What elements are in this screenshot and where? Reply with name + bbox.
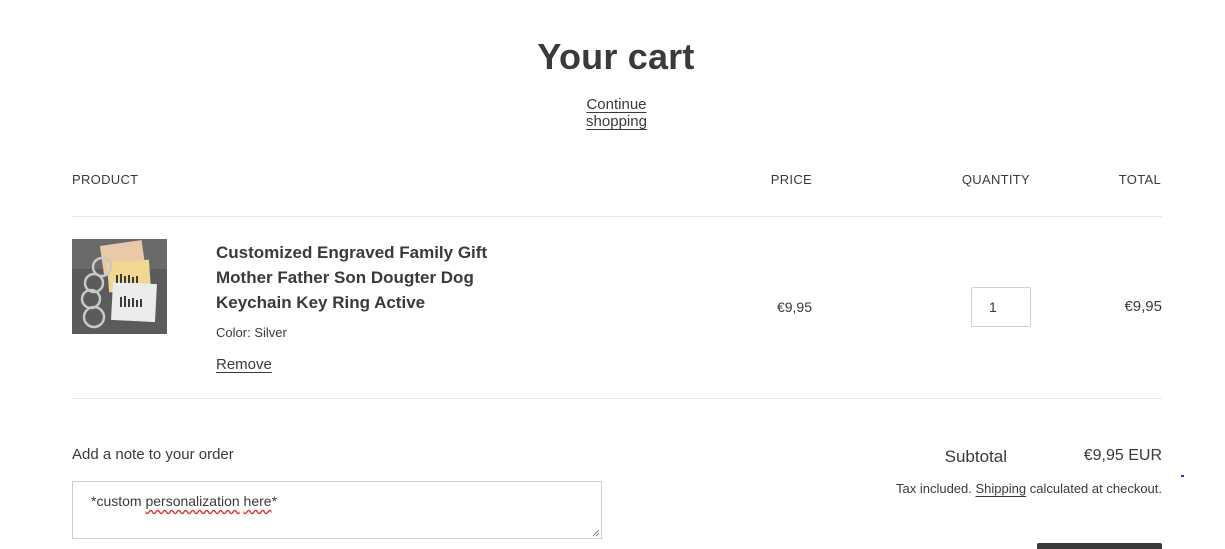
item-divider <box>72 398 1162 399</box>
note-part-misspelled: personalization <box>145 493 240 509</box>
subtotal-value: €9,95 EUR <box>1083 447 1162 464</box>
cart-page: Your cart Continue shopping PRODUCT PRIC… <box>0 0 1225 549</box>
note-part: * <box>271 493 278 509</box>
product-image[interactable] <box>72 239 167 334</box>
order-note-label: Add a note to your order <box>72 446 234 463</box>
checkout-button[interactable] <box>1037 543 1162 549</box>
subtotal-label: Subtotal <box>944 447 1007 466</box>
tax-shipping-note: Tax included. Shipping calculated at che… <box>860 481 1162 496</box>
product-title[interactable]: Customized Engraved Family Gift Mother F… <box>216 240 516 315</box>
resize-grip-icon[interactable] <box>592 529 600 537</box>
header-product: PRODUCT <box>72 172 139 187</box>
header-price: PRICE <box>770 172 812 187</box>
header-quantity: QUANTITY <box>961 172 1030 187</box>
variant-label: Color: <box>216 325 251 340</box>
tax-prefix: Tax included. <box>896 481 972 496</box>
page-title: Your cart <box>537 36 695 77</box>
header-total: TOTAL <box>1118 172 1161 187</box>
continue-shopping-link[interactable]: Continue shopping <box>554 96 679 130</box>
order-note-text: *custom personalization here* <box>91 493 277 509</box>
remove-item-link[interactable]: Remove <box>216 356 272 373</box>
header-divider <box>72 216 1162 217</box>
note-part-misspelled: here <box>243 493 272 509</box>
item-total: €9,95 <box>1124 298 1162 315</box>
order-note-textarea[interactable]: *custom personalization here* <box>72 481 602 539</box>
product-variant: Color: Silver <box>216 325 287 340</box>
variant-value: Silver <box>254 325 287 340</box>
tax-suffix: calculated at checkout. <box>1029 481 1162 496</box>
item-price: €9,95 <box>776 299 812 315</box>
cursor-artifact <box>1181 475 1184 477</box>
quantity-input[interactable] <box>971 287 1031 327</box>
note-part: *custom <box>91 493 146 509</box>
product-thumbnail-keychains-icon <box>72 239 167 334</box>
shipping-link[interactable]: Shipping <box>976 481 1027 496</box>
